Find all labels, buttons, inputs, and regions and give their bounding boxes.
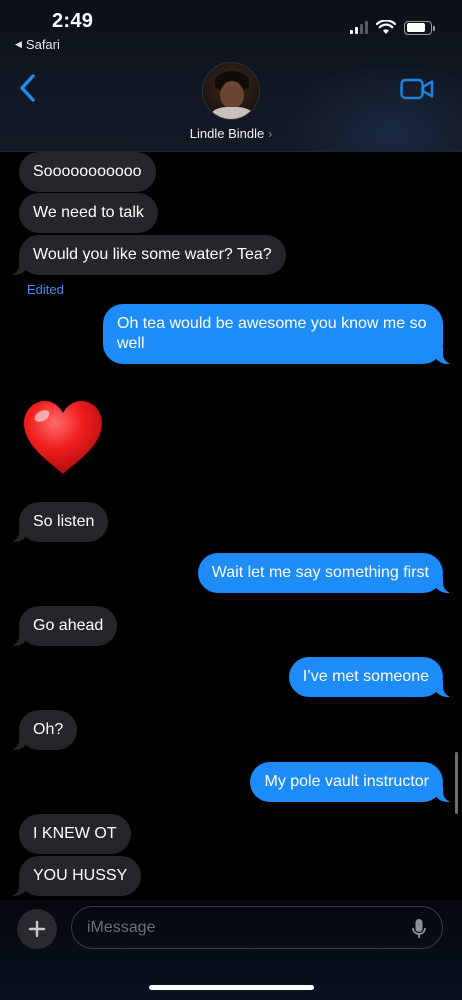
message-text: My pole vault instructor bbox=[264, 773, 429, 790]
scroll-indicator[interactable] bbox=[455, 752, 458, 814]
cellular-signal-icon bbox=[350, 21, 368, 34]
incoming-message[interactable]: I KNEW OT bbox=[19, 814, 131, 854]
message-text: Oh? bbox=[33, 721, 64, 738]
incoming-message[interactable]: We need to talk bbox=[19, 193, 158, 233]
contact-name-label: Lindle Bindle bbox=[189, 126, 265, 141]
message-text: I KNEW OT bbox=[33, 825, 117, 842]
outgoing-message[interactable]: My pole vault instructor bbox=[250, 762, 453, 802]
incoming-message[interactable]: Go ahead bbox=[8, 606, 118, 646]
incoming-message[interactable]: Oh? bbox=[8, 710, 78, 750]
composer-bar: iMessage bbox=[0, 900, 462, 1000]
home-indicator[interactable] bbox=[149, 985, 314, 990]
microphone-icon[interactable] bbox=[412, 918, 426, 940]
message-text: Would you like some water? Tea? bbox=[33, 246, 272, 263]
incoming-message[interactable]: Would you like some water? Tea? bbox=[9, 235, 286, 275]
message-text: Sooooooooooo bbox=[33, 163, 142, 180]
message-text: YOU HUSSY bbox=[33, 867, 128, 884]
contact-name: Lindle Bindle › bbox=[190, 126, 272, 141]
apps-plus-button[interactable] bbox=[17, 909, 57, 949]
edited-label[interactable]: Edited bbox=[27, 282, 64, 297]
message-thread[interactable]: Sooooooooooo We need to talk Would you l… bbox=[0, 152, 462, 900]
message-text: Wait let me say something first bbox=[211, 564, 429, 581]
outgoing-message[interactable]: I’ve met someone bbox=[288, 657, 454, 697]
contact-info-button[interactable]: Lindle Bindle › bbox=[0, 62, 462, 141]
back-to-app-link[interactable]: ◀ Safari bbox=[15, 37, 60, 52]
message-text: I’ve met someone bbox=[302, 668, 429, 685]
back-triangle-icon: ◀ bbox=[15, 39, 22, 49]
message-text: Oh tea would be awesome you know me so w… bbox=[117, 315, 427, 352]
avatar bbox=[202, 62, 260, 120]
status-time: 2:49 bbox=[52, 10, 94, 32]
outgoing-message[interactable]: Oh tea would be awesome you know me so w… bbox=[103, 304, 453, 364]
message-input[interactable]: iMessage bbox=[71, 906, 443, 949]
plus-icon bbox=[28, 920, 46, 938]
chevron-right-icon: › bbox=[268, 126, 273, 141]
message-text: Go ahead bbox=[33, 617, 104, 634]
message-text: So listen bbox=[33, 513, 95, 530]
incoming-message[interactable]: YOU HUSSY bbox=[8, 856, 142, 896]
outgoing-message[interactable]: Wait let me say something first bbox=[197, 553, 454, 593]
conversation-header: 2:49 ◀ Safari Lindle Bindle › bbox=[0, 0, 462, 152]
status-icons bbox=[350, 20, 435, 35]
back-app-label: Safari bbox=[25, 37, 60, 52]
wifi-icon bbox=[376, 20, 396, 34]
battery-icon bbox=[404, 20, 435, 35]
red-heart-icon[interactable] bbox=[20, 398, 106, 478]
incoming-message[interactable]: Sooooooooooo bbox=[19, 152, 156, 192]
message-text: We need to talk bbox=[33, 204, 144, 221]
message-input-placeholder: iMessage bbox=[87, 919, 156, 936]
incoming-message[interactable]: So listen bbox=[8, 502, 109, 542]
